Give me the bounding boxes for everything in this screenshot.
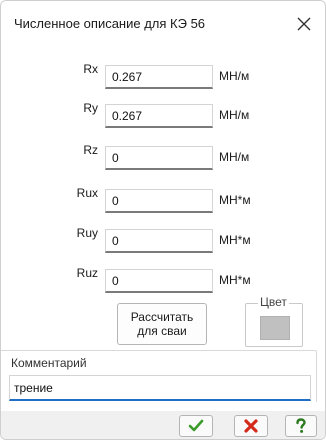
ry-input[interactable]	[105, 104, 213, 128]
rx-input[interactable]	[105, 65, 213, 89]
ruy-input[interactable]	[105, 229, 213, 253]
field-label-rz: Rz	[83, 143, 98, 157]
dialog-content: Rx МН/м Ry МН/м Rz МН/м Rux МН*м Ruy МН*…	[1, 47, 325, 439]
calculate-button-line1: Рассчитать	[130, 310, 194, 324]
color-swatch[interactable]	[260, 316, 290, 340]
x-icon	[244, 419, 258, 433]
rz-input[interactable]	[105, 146, 213, 170]
field-label-rx: Rx	[83, 62, 98, 76]
ruz-input[interactable]	[105, 269, 213, 293]
field-label-ruy: Ruy	[76, 226, 98, 240]
field-label-ry: Ry	[83, 101, 98, 115]
check-icon	[188, 419, 204, 432]
close-button[interactable]	[291, 11, 317, 37]
dialog-window: Численное описание для КЭ 56 Rx МН/м Ry …	[0, 0, 326, 440]
field-unit-ry: МН/м	[219, 108, 250, 122]
comment-group: Комментарий	[1, 350, 317, 402]
rux-input[interactable]	[105, 189, 213, 213]
field-unit-rz: МН/м	[219, 150, 250, 164]
field-unit-rx: МН/м	[219, 69, 250, 83]
field-row-ry: Ry МН/м	[1, 98, 325, 128]
help-button[interactable]	[285, 415, 317, 437]
ok-button[interactable]	[179, 415, 213, 437]
field-row-rux: Rux МН*м	[1, 183, 325, 213]
calculate-for-pile-button[interactable]: Рассчитать для сваи	[117, 303, 207, 345]
close-icon	[297, 17, 311, 31]
color-group: Цвет	[245, 295, 303, 347]
field-unit-rux: МН*м	[219, 193, 251, 207]
title-bar: Численное описание для КЭ 56	[1, 1, 325, 47]
dialog-title: Численное описание для КЭ 56	[14, 16, 206, 31]
comment-label: Комментарий	[11, 356, 87, 370]
field-row-rx: Rx МН/м	[1, 59, 325, 89]
cancel-button[interactable]	[234, 415, 268, 437]
field-row-rz: Rz МН/м	[1, 140, 325, 170]
action-bar	[1, 411, 325, 439]
field-label-rux: Rux	[76, 186, 98, 200]
field-row-ruz: Ruz МН*м	[1, 263, 325, 293]
question-icon	[296, 418, 306, 433]
field-label-ruz: Ruz	[76, 266, 98, 280]
calculate-button-line2: для сваи	[137, 324, 187, 338]
field-row-ruy: Ruy МН*м	[1, 223, 325, 253]
field-unit-ruy: МН*м	[219, 233, 251, 247]
field-unit-ruz: МН*м	[219, 273, 251, 287]
comment-input[interactable]	[9, 375, 311, 401]
color-group-label: Цвет	[258, 295, 289, 309]
